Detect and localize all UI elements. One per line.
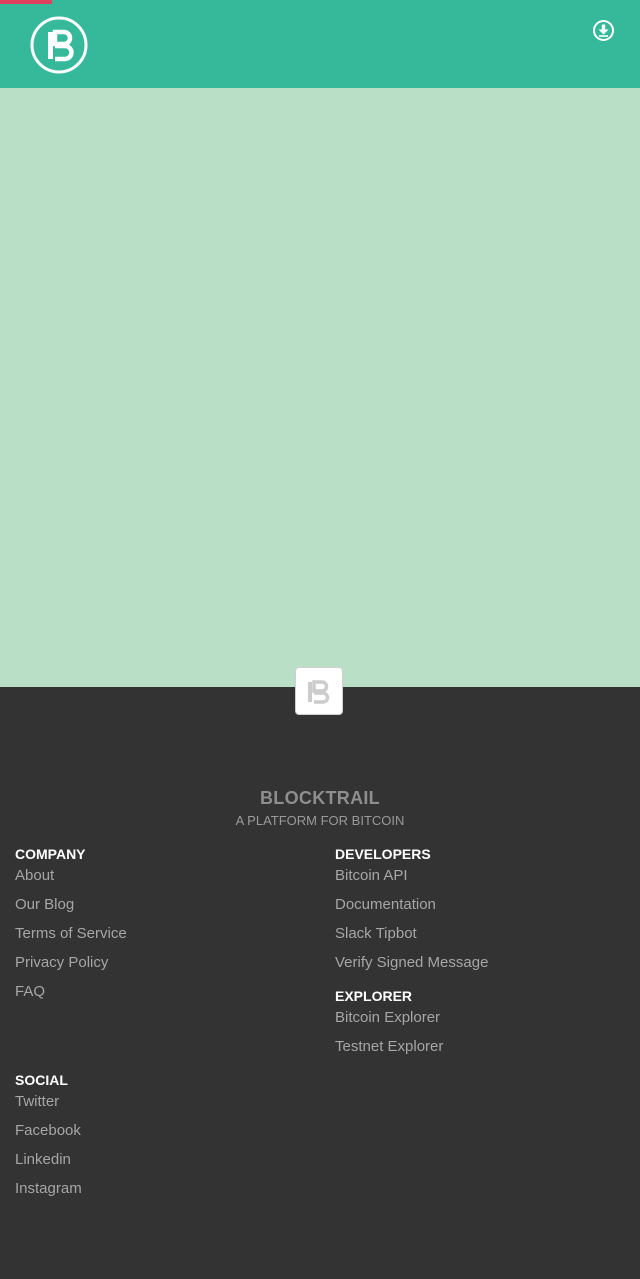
footer-column-explorer: EXPLORER Bitcoin Explorer Testnet Explor…: [335, 985, 443, 1065]
footer-link-privacy[interactable]: Privacy Policy: [15, 952, 127, 981]
social-heading: SOCIAL: [15, 1072, 68, 1088]
footer-link-about[interactable]: About: [15, 865, 127, 894]
footer-column-social: SOCIAL Twitter Facebook Linkedin Instagr…: [15, 1069, 82, 1207]
hero-area: [0, 88, 640, 687]
footer-link-verify-message[interactable]: Verify Signed Message: [335, 952, 488, 981]
company-heading: COMPANY: [15, 846, 86, 862]
footer-link-documentation[interactable]: Documentation: [335, 894, 488, 923]
explorer-heading: EXPLORER: [335, 988, 413, 1004]
footer-link-slack-tipbot[interactable]: Slack Tipbot: [335, 923, 488, 952]
accent-strip: [0, 0, 52, 4]
top-header: [0, 0, 640, 88]
footer-link-terms[interactable]: Terms of Service: [15, 923, 127, 952]
footer-column-company: COMPANY About Our Blog Terms of Service …: [15, 843, 127, 1010]
footer-link-linkedin[interactable]: Linkedin: [15, 1149, 82, 1178]
brand-tagline: A PLATFORM FOR BITCOIN: [235, 813, 405, 828]
blocktrail-mark-icon: [308, 680, 330, 704]
footer-logo-badge: [295, 667, 343, 715]
footer-link-testnet-explorer[interactable]: Testnet Explorer: [335, 1036, 443, 1065]
footer-link-blog[interactable]: Our Blog: [15, 894, 127, 923]
download-icon[interactable]: [592, 19, 615, 42]
footer-column-developers: DEVELOPERS Bitcoin API Documentation Sla…: [335, 843, 488, 981]
footer-link-instagram[interactable]: Instagram: [15, 1178, 82, 1207]
footer-link-twitter[interactable]: Twitter: [15, 1091, 82, 1120]
brand-name: BLOCKTRAIL: [260, 788, 380, 808]
developers-heading: DEVELOPERS: [335, 846, 431, 862]
footer-link-bitcoin-explorer[interactable]: Bitcoin Explorer: [335, 1007, 443, 1036]
footer-link-facebook[interactable]: Facebook: [15, 1120, 82, 1149]
footer-link-bitcoin-api[interactable]: Bitcoin API: [335, 865, 488, 894]
footer-link-faq[interactable]: FAQ: [15, 981, 127, 1010]
blocktrail-logo-icon[interactable]: [30, 16, 88, 74]
